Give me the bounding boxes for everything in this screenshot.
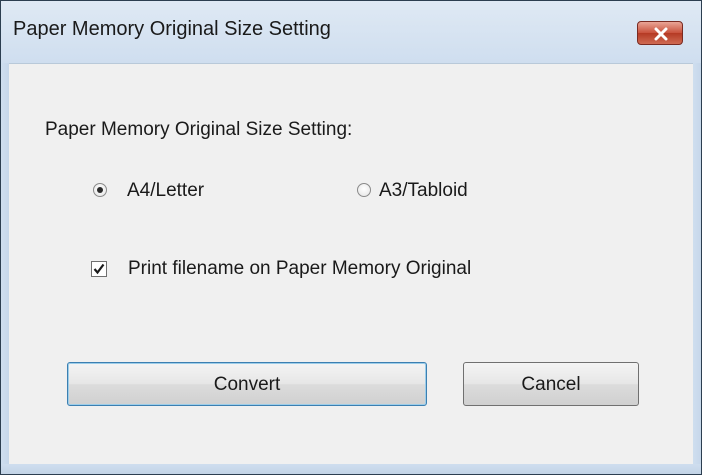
print-filename-label[interactable]: Print filename on Paper Memory Original: [128, 258, 471, 280]
cancel-button[interactable]: Cancel: [463, 362, 639, 406]
dialog-title: Paper Memory Original Size Setting: [13, 18, 331, 40]
radio-a3-tabloid[interactable]: [357, 183, 371, 197]
close-button[interactable]: [637, 21, 683, 45]
radio-a4-letter[interactable]: [93, 183, 107, 197]
close-icon: [654, 27, 668, 41]
window-frame-left: [1, 63, 9, 464]
radio-a3-tabloid-label[interactable]: A3/Tabloid: [379, 180, 468, 202]
convert-button[interactable]: Convert: [67, 362, 427, 406]
window-frame-right: [693, 63, 701, 464]
window-frame-bottom: [1, 464, 701, 474]
print-filename-checkbox[interactable]: [91, 261, 107, 277]
size-setting-label: Paper Memory Original Size Setting:: [45, 119, 353, 140]
radio-a4-letter-label[interactable]: A4/Letter: [127, 180, 204, 202]
title-bar[interactable]: Paper Memory Original Size Setting: [1, 1, 701, 64]
dialog-window: Paper Memory Original Size Setting Paper…: [0, 0, 702, 475]
checkmark-icon: [93, 263, 105, 275]
radio-selected-dot: [97, 187, 103, 193]
